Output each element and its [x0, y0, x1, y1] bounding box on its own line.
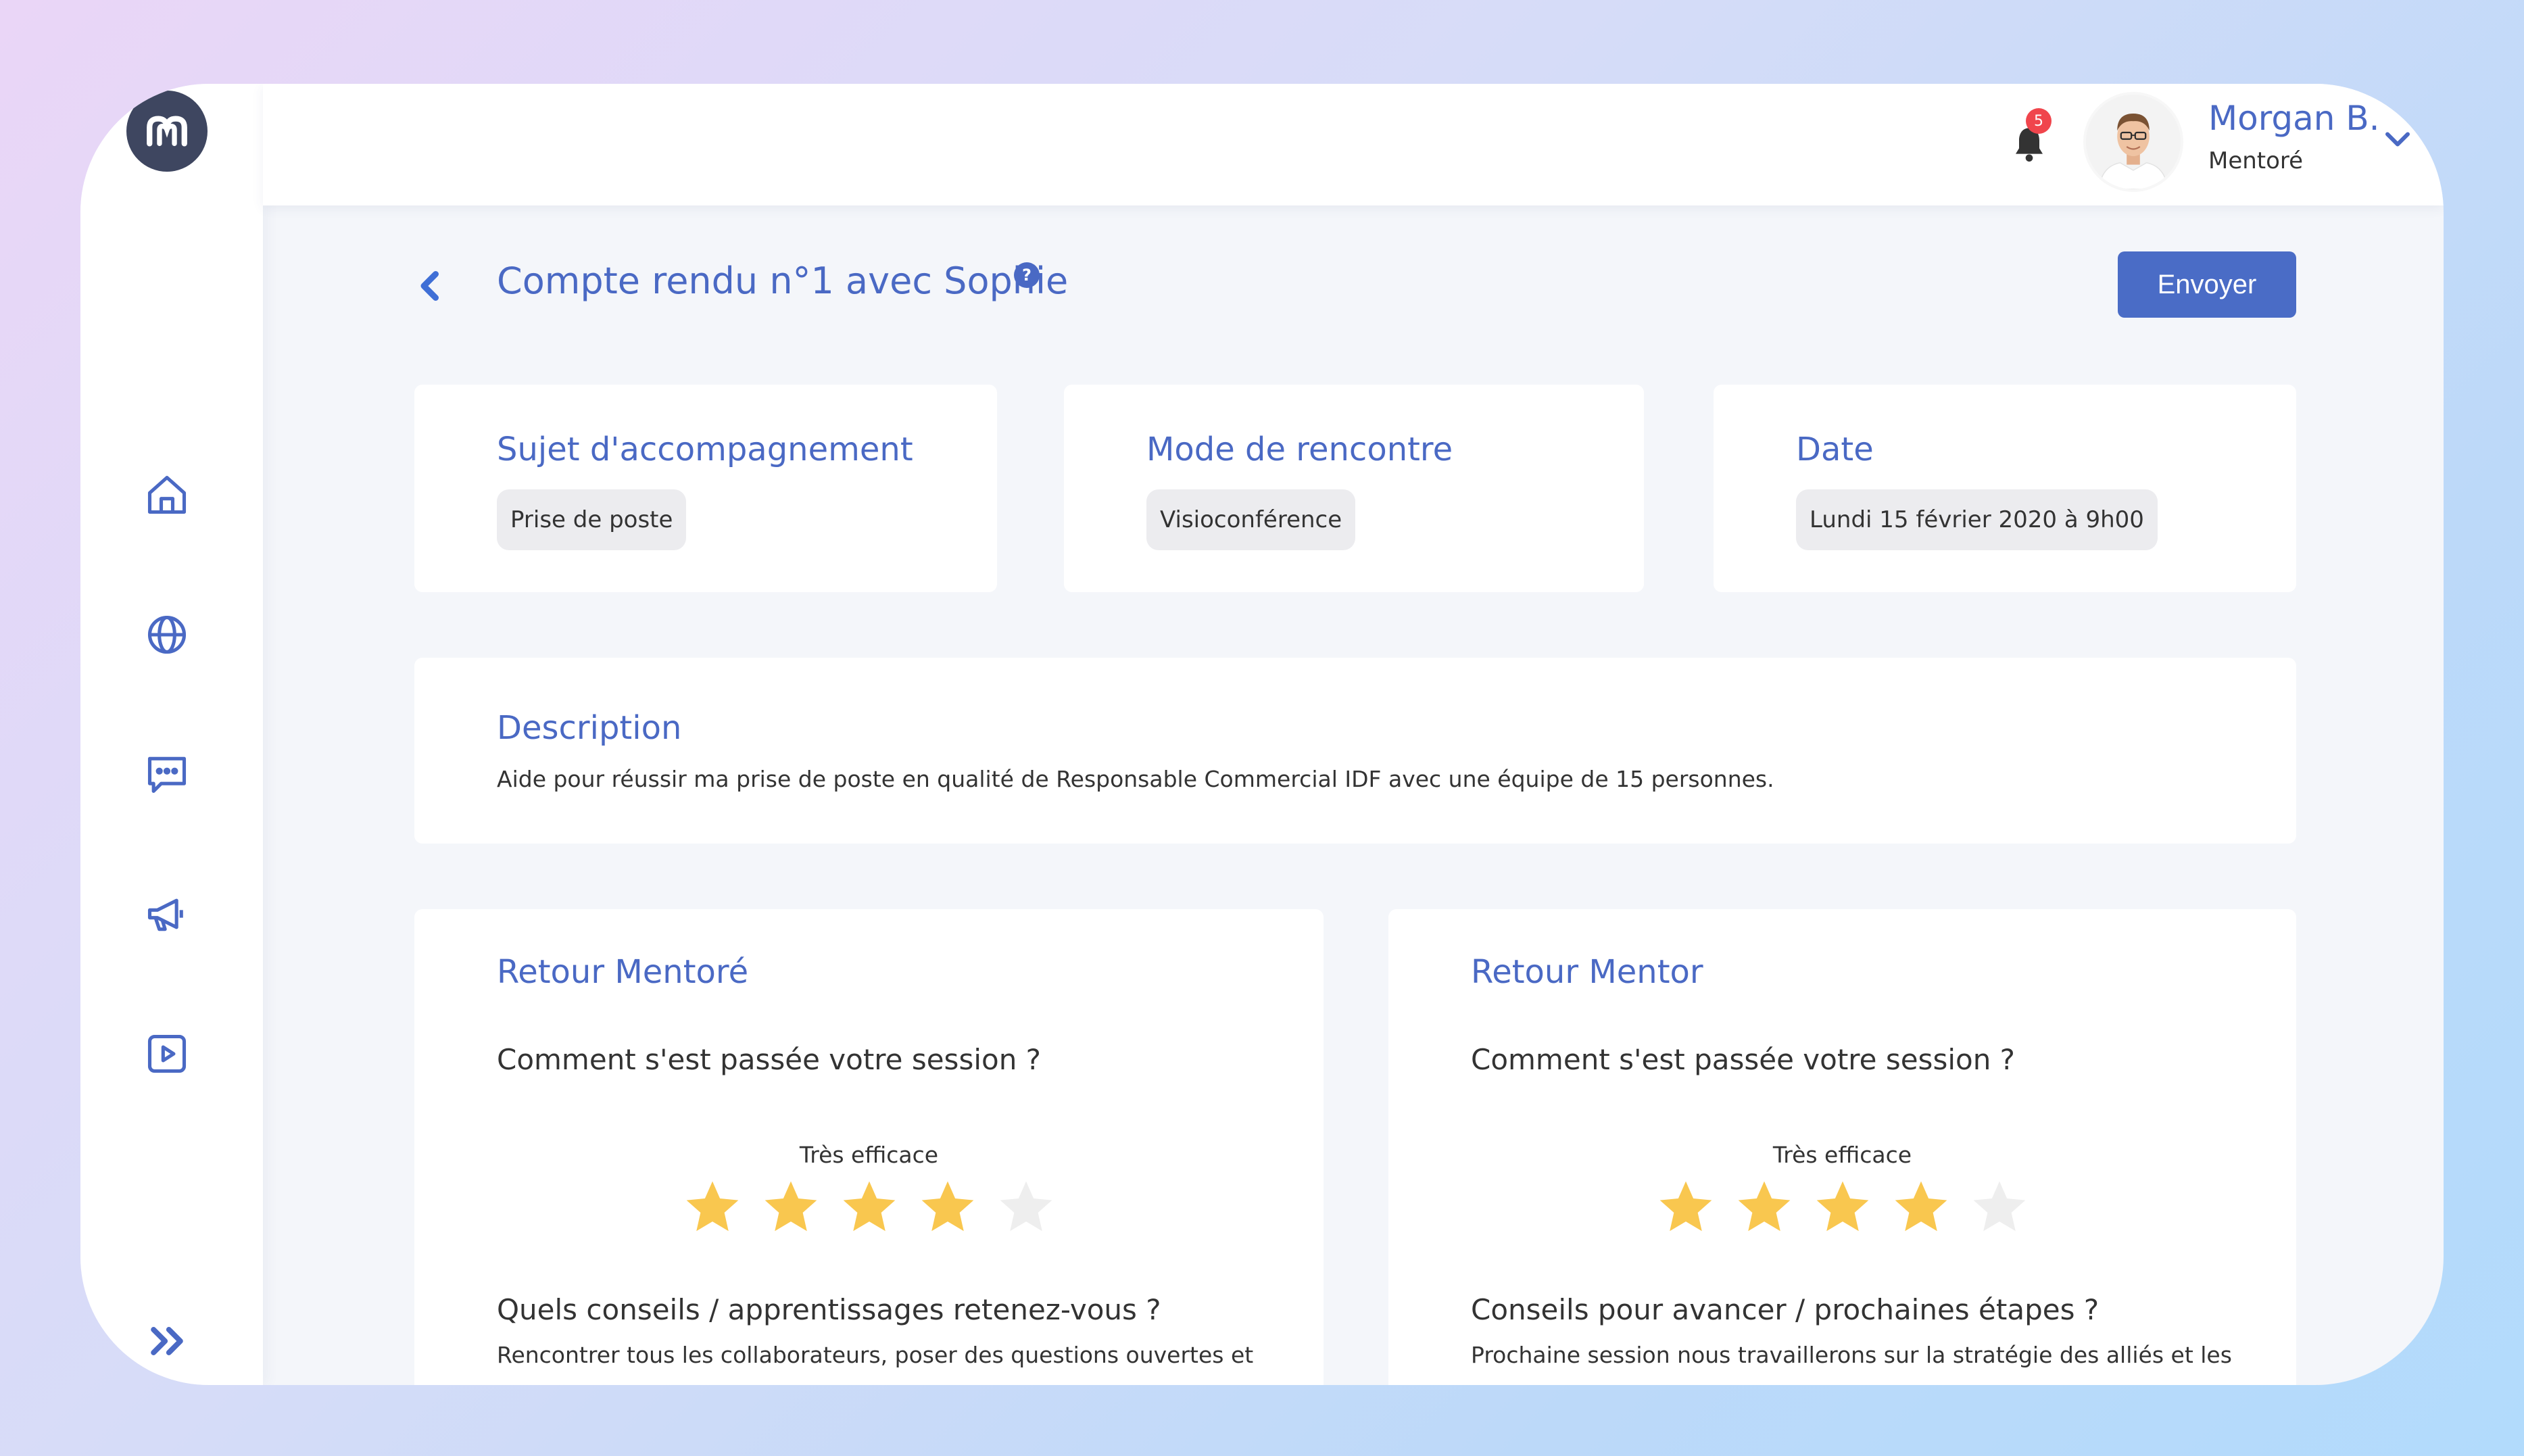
brand-m-logo [147, 116, 187, 147]
meeting-mode-title: Mode de rencontre [1146, 431, 1453, 468]
mentee-feedback-card: Retour Mentoré Comment s'est passée votr… [414, 909, 1324, 1385]
notification-badge: 5 [2026, 108, 2052, 134]
date-card: Date Lundi 15 février 2020 à 9h00 [1714, 385, 2296, 592]
meeting-mode-card: Mode de rencontre Visioconférence [1064, 385, 1644, 592]
star-icon[interactable] [760, 1176, 822, 1238]
star-icon[interactable] [1733, 1176, 1795, 1238]
subject-card: Sujet d'accompagnement Prise de poste [414, 385, 997, 592]
subject-title: Sujet d'accompagnement [497, 431, 913, 468]
sidebar [80, 84, 263, 1385]
page-title: Compte rendu n°1 avec Sophie [497, 260, 1069, 302]
mentee-rating-label: Très efficace [799, 1142, 939, 1168]
mentor-question-next-steps: Conseils pour avancer / prochaines étape… [1471, 1293, 2100, 1326]
star-icon[interactable] [1968, 1176, 2031, 1238]
home-icon [147, 475, 187, 514]
user-portrait [2086, 95, 2181, 189]
double-chevron-right-icon [151, 1327, 183, 1355]
mentor-feedback-title: Retour Mentor [1471, 953, 1703, 991]
user-name[interactable]: Morgan B. [2208, 99, 2380, 138]
chat-icon [147, 756, 187, 794]
nav-home[interactable] [141, 469, 193, 520]
mentor-answer-next-steps: Prochaine session nous travaillerons sur… [1471, 1342, 2232, 1368]
megaphone-icon [147, 898, 183, 931]
star-icon[interactable] [838, 1176, 900, 1238]
star-icon[interactable] [995, 1176, 1057, 1238]
date-chip: Lundi 15 février 2020 à 9h00 [1796, 489, 2158, 550]
mentor-rating-label: Très efficace [1772, 1142, 1912, 1168]
avatar[interactable] [2083, 92, 2183, 192]
nav-videos[interactable] [141, 1028, 193, 1079]
mentee-question-session: Comment s'est passée votre session ? [497, 1043, 1041, 1076]
user-role: Mentoré [2208, 147, 2304, 174]
mentor-question-session: Comment s'est passée votre session ? [1471, 1043, 2015, 1076]
mentee-star-rating[interactable] [414, 1176, 1324, 1238]
nav-explore[interactable] [141, 609, 193, 660]
date-title: Date [1796, 431, 1874, 468]
star-icon[interactable] [917, 1176, 979, 1238]
description-card: Description Aide pour réussir ma prise d… [414, 658, 2296, 844]
star-icon[interactable] [1655, 1176, 1717, 1238]
brand-logo[interactable] [126, 91, 208, 172]
meeting-mode-chip: Visioconférence [1146, 489, 1356, 550]
app-window: 5 Morgan B. Mentoré Compte rendu n°1 ave… [80, 84, 2444, 1385]
star-icon[interactable] [681, 1176, 744, 1238]
description-text: Aide pour réussir ma prise de poste en q… [497, 766, 1774, 792]
star-icon[interactable] [1890, 1176, 1952, 1238]
mentee-feedback-title: Retour Mentoré [497, 953, 749, 991]
nav-announcements[interactable] [141, 888, 193, 940]
globe-icon [147, 615, 187, 654]
mentor-star-rating[interactable] [1388, 1176, 2296, 1238]
nav-messages[interactable] [141, 748, 193, 800]
back-button[interactable] [410, 262, 451, 310]
chevron-left-icon [420, 271, 439, 301]
mentor-feedback-card: Retour Mentor Comment s'est passée votre… [1388, 909, 2296, 1385]
mentee-question-advice: Quels conseils / apprentissages retenez-… [497, 1293, 1161, 1326]
sidebar-expand-button[interactable] [141, 1315, 193, 1367]
description-title: Description [497, 709, 682, 747]
video-icon [147, 1034, 187, 1073]
send-button[interactable]: Envoyer [2118, 251, 2296, 318]
chevron-down-icon [2385, 132, 2410, 147]
subject-chip: Prise de poste [497, 489, 687, 550]
user-menu-toggle[interactable] [2377, 119, 2418, 160]
star-icon[interactable] [1812, 1176, 1874, 1238]
mentee-answer-advice: Rencontrer tous les collaborateurs, pose… [497, 1342, 1254, 1368]
help-icon[interactable]: ? [1014, 262, 1040, 288]
